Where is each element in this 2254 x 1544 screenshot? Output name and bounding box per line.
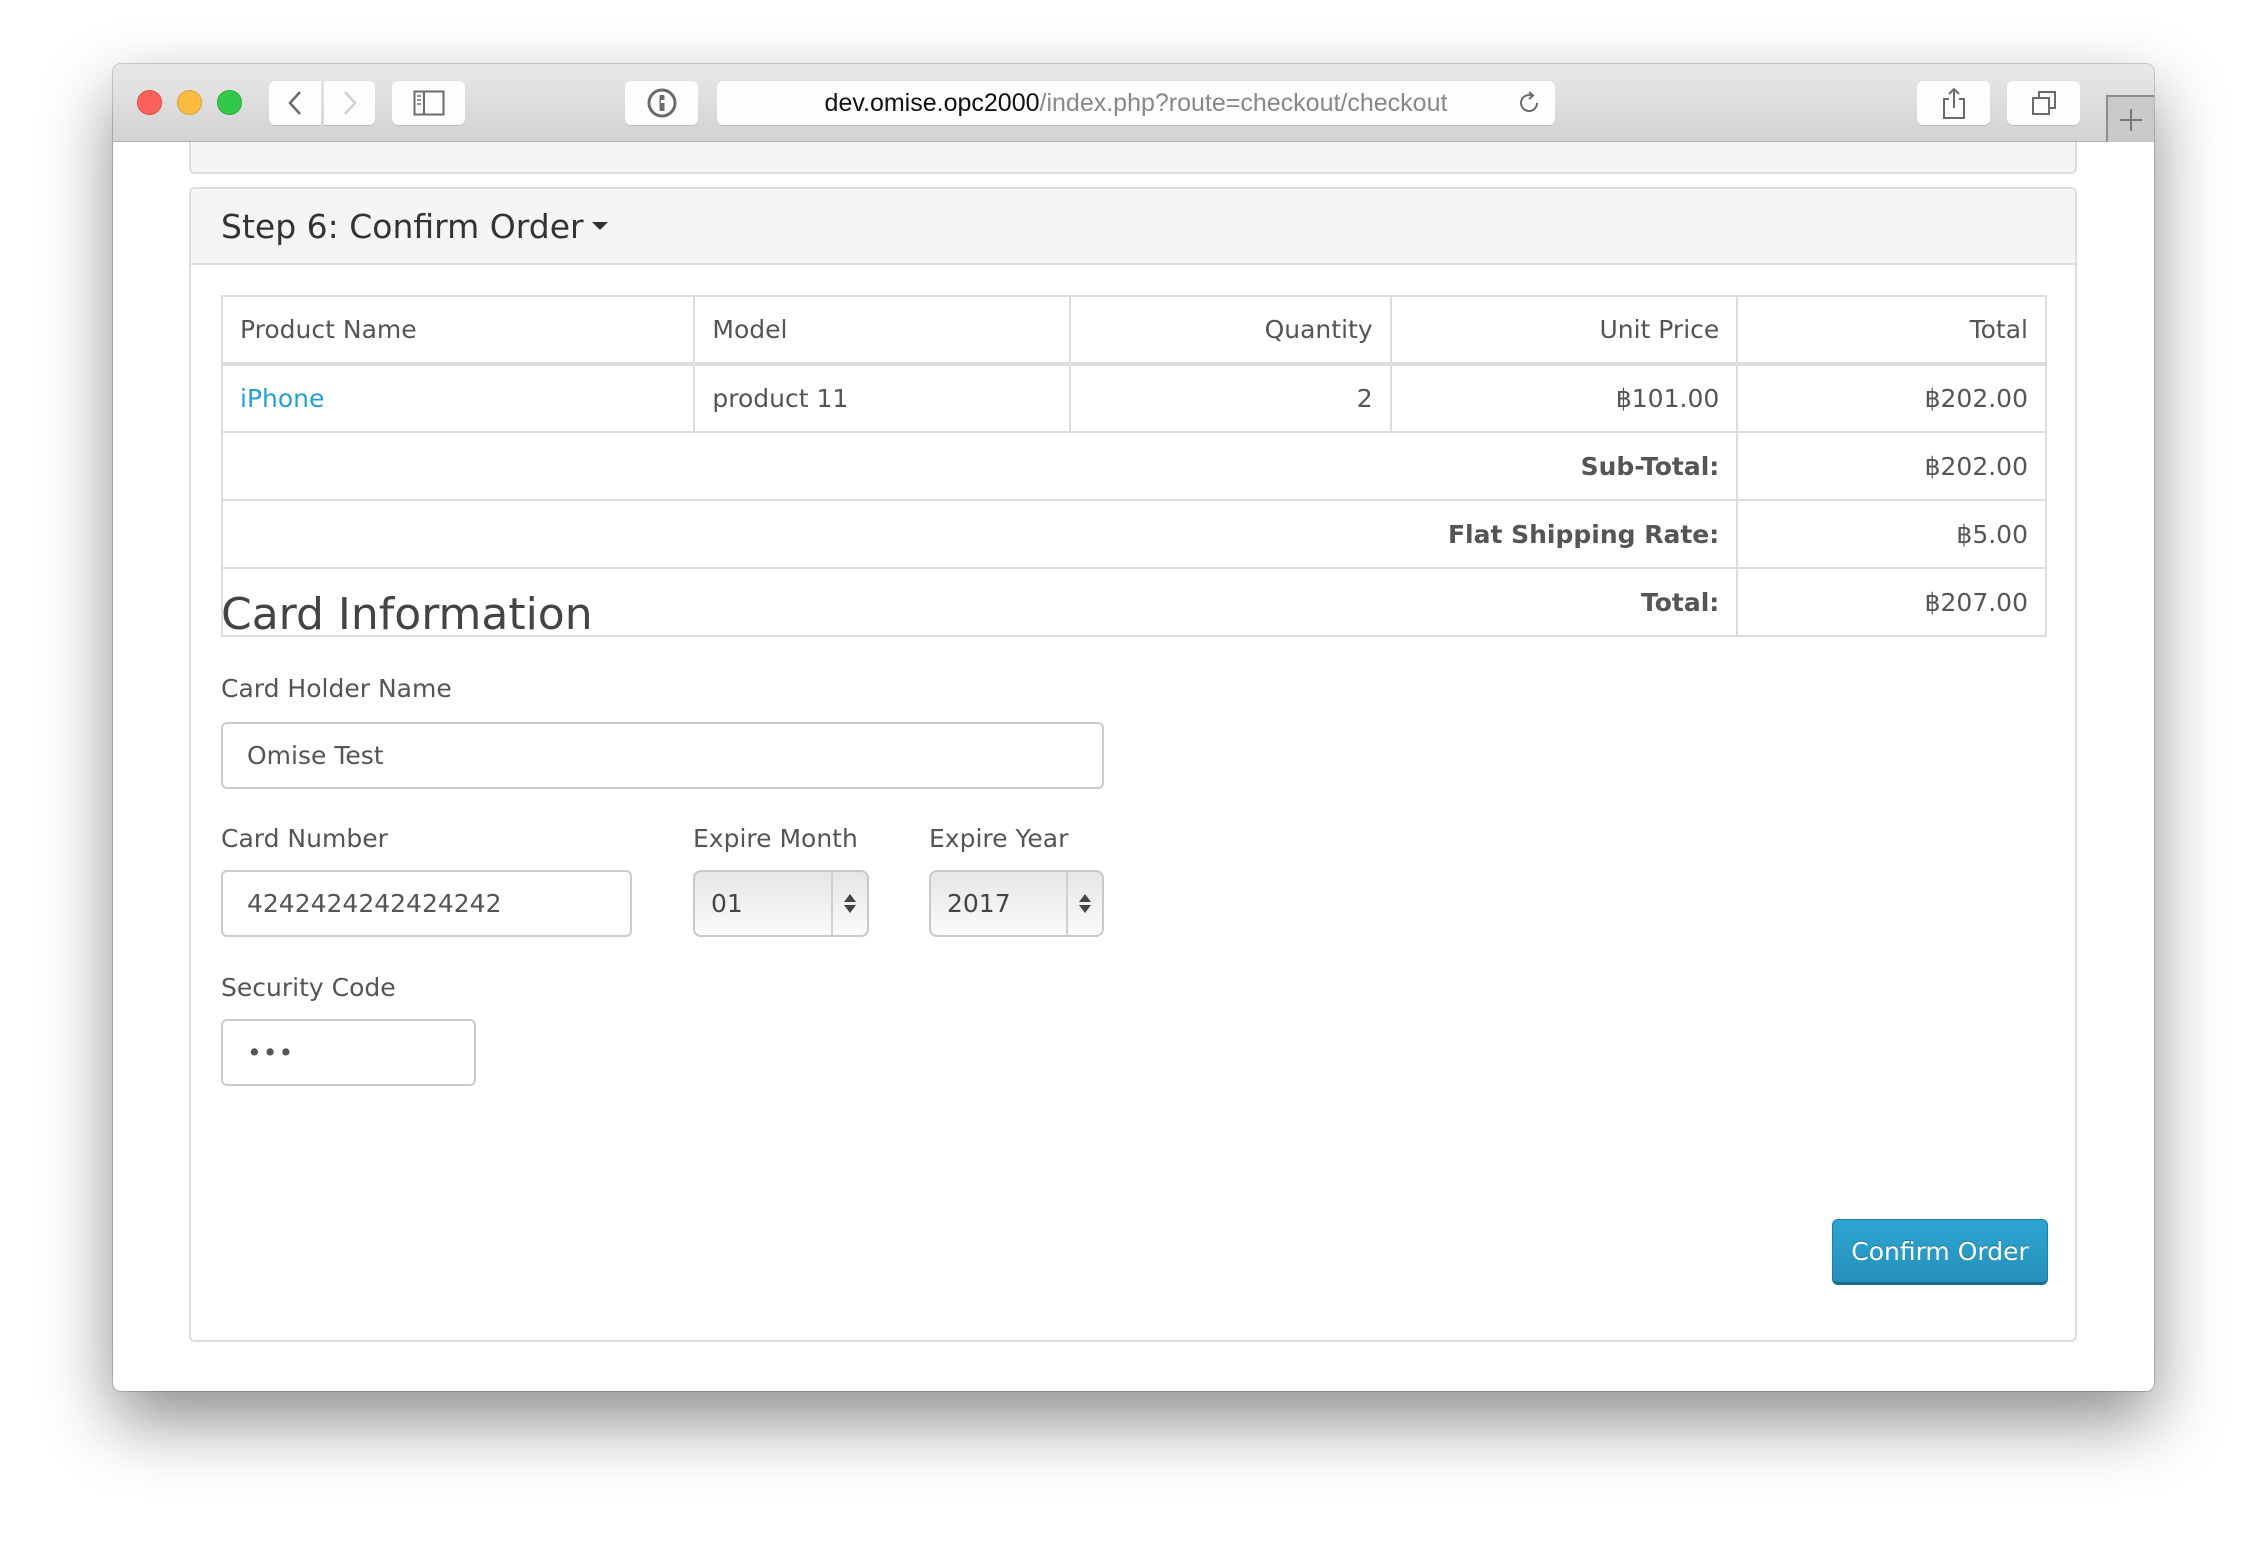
security-code-value: ••• <box>247 1038 295 1067</box>
confirm-order-title[interactable]: Step 6: Confirm Order <box>221 207 584 246</box>
sidebar-button[interactable] <box>392 81 465 125</box>
url-path: /index.php?route=checkout/checkout <box>1039 89 1448 117</box>
card-number-input[interactable]: 4242424242424242 <box>221 870 632 937</box>
page-content: Step 5: Payment Method Step 6: Confirm O… <box>113 102 2154 1391</box>
total-cell: ฿202.00 <box>1736 363 2047 433</box>
new-tab-button[interactable] <box>2106 95 2154 142</box>
subtotal-row: Sub-Total: ฿202.00 <box>220 431 2047 501</box>
table-header-row: Product Name Model Quantity Unit Price T… <box>220 295 2047 366</box>
unit-price-cell: ฿101.00 <box>1389 363 1739 433</box>
confirm-order-panel: Step 6: Confirm Order Product Name Model… <box>189 187 2077 1342</box>
share-button[interactable] <box>1917 81 1990 125</box>
card-number-value: 4242424242424242 <box>247 889 502 918</box>
chevron-left-icon <box>288 91 301 115</box>
header-model: Model <box>693 295 1071 366</box>
password-manager-button[interactable] <box>625 81 698 125</box>
browser-window: dev.omise.opc2000/index.php?route=checko… <box>113 64 2154 1391</box>
forward-button[interactable] <box>324 81 375 125</box>
password-manager-icon <box>647 88 676 118</box>
shipping-value: ฿5.00 <box>1736 499 2047 569</box>
back-button[interactable] <box>269 81 321 125</box>
url-host: dev.omise.opc2000 <box>824 89 1040 117</box>
expire-month-label: Expire Month <box>693 824 858 853</box>
security-code-input[interactable]: ••• <box>221 1019 476 1086</box>
header-unit-price: Unit Price <box>1389 295 1739 366</box>
browser-toolbar: dev.omise.opc2000/index.php?route=checko… <box>113 64 2154 142</box>
confirm-order-heading[interactable]: Step 6: Confirm Order <box>191 189 2075 265</box>
order-table: Product Name Model Quantity Unit Price T… <box>220 295 2047 637</box>
card-number-label: Card Number <box>221 824 388 853</box>
zoom-window-icon[interactable] <box>217 90 242 115</box>
show-tabs-button[interactable] <box>2007 81 2080 125</box>
security-code-label: Security Code <box>221 973 396 1002</box>
shipping-row: Flat Shipping Rate: ฿5.00 <box>220 499 2047 569</box>
reload-icon[interactable] <box>1515 89 1543 117</box>
header-total: Total <box>1736 295 2047 366</box>
subtotal-label: Sub-Total: <box>220 431 1739 501</box>
expire-month-value: 01 <box>711 889 743 918</box>
address-bar[interactable]: dev.omise.opc2000/index.php?route=checko… <box>717 81 1555 125</box>
url-text[interactable]: dev.omise.opc2000/index.php?route=checko… <box>717 81 1505 125</box>
model-cell: product 11 <box>693 363 1071 433</box>
chevron-right-icon <box>343 91 357 115</box>
select-arrows-icon <box>1066 872 1102 935</box>
card-holder-value: Omise Test <box>247 741 384 770</box>
product-link[interactable]: iPhone <box>240 384 324 413</box>
header-product-name: Product Name <box>220 295 696 366</box>
minimize-window-icon[interactable] <box>177 90 202 115</box>
product-name-cell: iPhone <box>220 363 696 433</box>
card-holder-label: Card Holder Name <box>221 674 452 703</box>
header-quantity: Quantity <box>1068 295 1392 366</box>
grand-total-value: ฿207.00 <box>1736 567 2047 637</box>
table-row: iPhone product 11 2 ฿101.00 ฿202.00 <box>220 363 2047 433</box>
close-window-icon[interactable] <box>137 90 162 115</box>
sidebar-icon <box>413 90 444 116</box>
expire-year-label: Expire Year <box>929 824 1069 853</box>
confirm-order-button[interactable]: Confirm Order <box>1832 1219 2048 1285</box>
expire-year-select[interactable]: 2017 <box>929 870 1104 937</box>
tabs-icon <box>2031 91 2056 115</box>
expire-month-select[interactable]: 01 <box>693 870 869 937</box>
shipping-label: Flat Shipping Rate: <box>220 499 1739 569</box>
caret-down-icon <box>591 222 608 230</box>
share-icon <box>1942 87 1965 119</box>
quantity-cell: 2 <box>1068 363 1392 433</box>
card-holder-input[interactable]: Omise Test <box>221 722 1104 789</box>
plus-icon <box>2120 108 2142 131</box>
subtotal-value: ฿202.00 <box>1736 431 2047 501</box>
card-information-heading: Card Information <box>221 589 593 640</box>
select-arrows-icon <box>831 872 867 935</box>
expire-year-value: 2017 <box>947 889 1011 918</box>
